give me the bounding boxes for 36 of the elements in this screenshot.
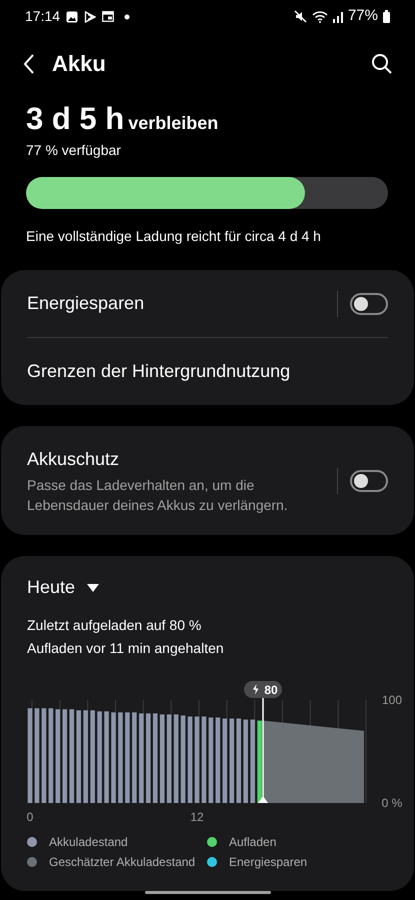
page-title: Akku (52, 50, 107, 78)
legend-label: Akkuladestand (49, 834, 128, 852)
back-icon[interactable] (22, 52, 36, 75)
mute-icon (294, 10, 307, 24)
lightning-icon (253, 684, 259, 695)
axis-label: 0 (26, 810, 34, 824)
image-icon (66, 10, 78, 23)
charge-marker-pill: 80 (244, 681, 282, 698)
full-charge-text: Eine vollständige Ladung reicht für circa 4 d 4 h (26, 227, 322, 246)
axis-label: 100 (382, 693, 402, 708)
status-time: 17:14 (25, 7, 60, 26)
setting-label: Energiesparen (27, 292, 146, 316)
axis-label: 12 (190, 810, 204, 824)
settings-item[interactable]: Grenzen der Hintergrundnutzung (1, 338, 414, 406)
dot-icon (124, 14, 130, 20)
setting-label: Akkuschutz (27, 448, 120, 472)
legend-label: Energiesparen (229, 854, 308, 872)
signal-icon (332, 10, 343, 23)
toggle-switch[interactable] (350, 470, 388, 492)
battery-percent: 77% (348, 6, 378, 26)
axis-label: 0 % (382, 796, 402, 810)
setting-description: Passe das Ladeverhalten an, um die Lebensdauer deines Akkus zu verlängern. (27, 476, 289, 516)
battery-icon (383, 10, 390, 24)
dropdown-icon (87, 584, 100, 592)
calendar-icon (102, 11, 114, 22)
legend-label: Aufladen (229, 834, 276, 852)
remaining-time: 3 d 5 h (26, 100, 124, 138)
search-icon[interactable] (371, 52, 393, 75)
remaining-label: verbleiben (128, 112, 218, 136)
period-dropdown[interactable]: Heute (27, 574, 100, 602)
toggle-switch[interactable] (350, 292, 388, 315)
legend-label: Geschätzter Akkuladestand (49, 854, 196, 872)
wifi-icon (312, 10, 328, 24)
charge-info-text: Aufladen vor 11 min angehalten (27, 639, 225, 658)
available-text: 77 % verfügbar (26, 141, 122, 160)
charge-info-text: Zuletzt aufgeladen auf 80 % (27, 616, 202, 636)
